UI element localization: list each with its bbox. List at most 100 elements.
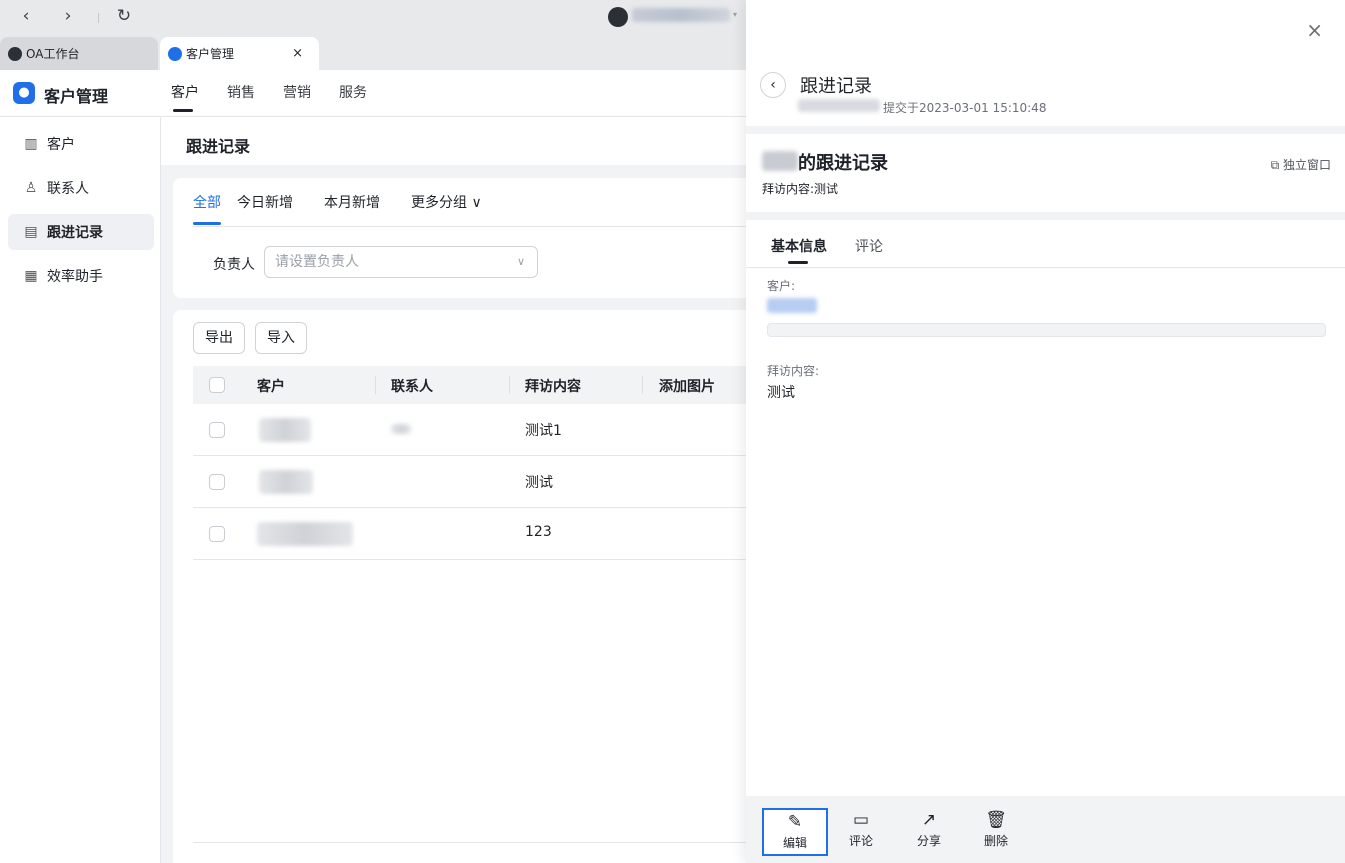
filter-tab-today[interactable]: 今日新增	[237, 192, 293, 212]
tabs-underline	[746, 267, 1345, 268]
import-button[interactable]: 导入	[255, 322, 307, 354]
column-header[interactable]: 拜访内容	[525, 376, 581, 396]
customer-cell-blurred[interactable]	[259, 470, 313, 494]
sidebar: ▥ 客户 ♙ 联系人 ▤ 跟进记录 ▦ 效率助手	[0, 117, 161, 863]
visit-cell: 测试	[525, 475, 553, 491]
comment-button[interactable]: ▭ 评论	[828, 808, 894, 856]
row-checkbox[interactable]	[209, 526, 225, 542]
filter-tab-more[interactable]: 更多分组 ∨	[411, 192, 482, 212]
tab-oa[interactable]: OA工作台	[0, 37, 158, 70]
sidebar-item-label: 客户	[47, 137, 75, 153]
owner-placeholder: 请设置负责人	[275, 254, 359, 270]
edit-button[interactable]: ✎ 编辑	[762, 808, 828, 856]
top-nav-sales[interactable]: 销售	[227, 70, 255, 117]
sidebar-item-assistant[interactable]: ▦ 效率助手	[8, 258, 154, 294]
top-nav-service[interactable]: 服务	[339, 70, 367, 117]
customer-cell-blurred[interactable]	[259, 418, 311, 442]
customer-field-label: 客户:	[767, 279, 796, 293]
app-title: 客户管理	[44, 87, 109, 106]
browser-tabbar: OA工作台 客户管理 ×	[0, 37, 746, 70]
column-divider	[375, 376, 376, 394]
tab-label: 客户管理	[186, 47, 235, 61]
sidebar-item-label: 跟进记录	[47, 225, 103, 241]
forward-icon[interactable]: ›	[58, 6, 78, 26]
customer-cell-blurred[interactable]	[257, 522, 353, 546]
sidebar-item-contact[interactable]: ♙ 联系人	[8, 170, 154, 206]
visit-field-label: 拜访内容:	[767, 364, 820, 378]
column-divider	[509, 376, 510, 394]
top-nav-marketing[interactable]: 营销	[283, 70, 311, 117]
oa-icon	[8, 46, 22, 61]
contact-icon: ♙	[24, 180, 38, 196]
submitted-time: 提交于2023-03-01 15:10:48	[883, 101, 1047, 115]
action-label: 编辑	[782, 836, 807, 850]
export-button[interactable]: 导出	[193, 322, 245, 354]
section-divider	[746, 126, 1345, 134]
table-card: 导出 导入 客户 联系人 拜访内容 添加图片 测试1 测试 123	[173, 310, 746, 863]
drawer-title: 跟进记录	[800, 76, 872, 97]
crm-icon	[168, 46, 182, 61]
action-bar: ✎ 编辑 ▭ 评论 ↗ 分享 🗑 删除	[746, 796, 1345, 863]
select-all-checkbox[interactable]	[209, 377, 225, 393]
sidebar-item-customer[interactable]: ▥ 客户	[8, 126, 154, 162]
close-icon[interactable]: ×	[1306, 18, 1323, 42]
trash-icon: 🗑	[985, 810, 1007, 830]
popout-icon: ⧉	[1270, 158, 1283, 172]
back-icon[interactable]: ‹	[16, 6, 36, 26]
app-header: ● 客户管理 客户 销售 营销 服务	[0, 70, 746, 117]
table-row[interactable]: 测试1	[193, 404, 746, 456]
top-nav-customer[interactable]: 客户	[171, 70, 199, 117]
delete-button[interactable]: 🗑 删除	[963, 808, 1029, 856]
record-owner-blurred	[762, 151, 798, 171]
column-divider	[642, 376, 643, 394]
share-icon: ↗	[921, 810, 937, 830]
popout-link[interactable]: ⧉ 独立窗口	[1271, 156, 1331, 173]
row-checkbox[interactable]	[209, 422, 225, 438]
sidebar-item-label: 联系人	[47, 181, 89, 197]
popout-label: 独立窗口	[1282, 158, 1331, 172]
profile-caret-icon[interactable]: ▾	[733, 10, 737, 19]
filter-tab-all[interactable]: 全部	[193, 192, 221, 225]
page-title: 跟进记录	[186, 137, 251, 156]
back-button[interactable]: ‹	[760, 72, 786, 98]
tab-basic-info[interactable]: 基本信息	[771, 236, 827, 264]
column-header[interactable]: 添加图片	[659, 376, 715, 396]
sidebar-item-followup[interactable]: ▤ 跟进记录	[8, 214, 154, 250]
app-logo-icon: ●	[13, 82, 35, 104]
section-divider	[746, 212, 1345, 220]
top-nav: 客户 销售 营销 服务	[171, 70, 395, 117]
filter-tabs: 全部 今日新增 本月新增 更多分组 ∨	[193, 192, 513, 225]
divider	[193, 226, 746, 227]
detail-drawer: × ‹ 跟进记录 提交于2023-03-01 15:10:48 的跟进记录 拜访…	[746, 0, 1345, 863]
table-footer-line	[193, 842, 746, 843]
tab-comments[interactable]: 评论	[855, 236, 883, 256]
record-summary: 拜访内容:测试	[762, 182, 839, 196]
drawer-tabs: 基本信息 评论	[771, 236, 911, 264]
customer-field-bar	[767, 323, 1326, 337]
comment-icon: ▭	[852, 810, 870, 830]
profile-name-blurred[interactable]	[632, 8, 730, 22]
visit-cell: 123	[525, 524, 552, 540]
sidebar-item-label: 效率助手	[47, 269, 103, 285]
close-tab-icon[interactable]: ×	[292, 46, 303, 61]
table-row[interactable]: 测试	[193, 456, 746, 508]
column-header[interactable]: 联系人	[391, 376, 433, 396]
table-header: 客户 联系人 拜访内容 添加图片	[193, 366, 746, 404]
tab-crm[interactable]: 客户管理 ×	[160, 37, 319, 70]
share-button[interactable]: ↗ 分享	[896, 808, 962, 856]
row-checkbox[interactable]	[209, 474, 225, 490]
nav-divider	[98, 13, 99, 23]
filter-tab-month[interactable]: 本月新增	[324, 192, 380, 212]
edit-icon: ✎	[787, 812, 803, 832]
building-icon: ▥	[24, 136, 38, 152]
column-header[interactable]: 客户	[257, 376, 285, 396]
reload-icon[interactable]: ↻	[114, 6, 134, 26]
profile-avatar[interactable]	[608, 7, 628, 27]
table-row[interactable]: 123	[193, 508, 746, 560]
chevron-down-icon: ∨	[516, 255, 525, 268]
filter-card: 全部 今日新增 本月新增 更多分组 ∨ 负责人 请设置负责人 ∨	[173, 178, 746, 298]
browser-toolbar: ‹ › ↻ ▾	[0, 0, 746, 37]
owner-select[interactable]: 请设置负责人 ∨	[264, 246, 538, 278]
customer-link-blurred[interactable]	[767, 298, 817, 313]
visit-cell: 测试1	[525, 423, 562, 439]
